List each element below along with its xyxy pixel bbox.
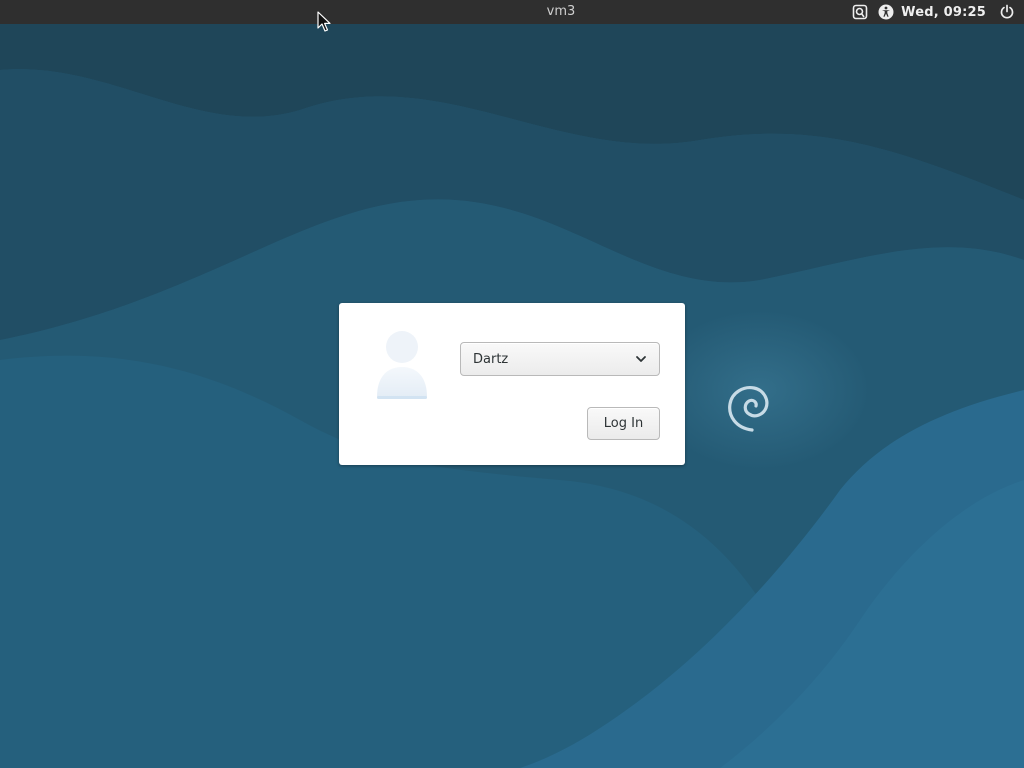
user-select-value: Dartz	[473, 351, 509, 367]
login-dialog: Dartz Log In	[339, 303, 685, 465]
user-avatar-icon	[377, 331, 427, 399]
power-icon[interactable]	[998, 3, 1016, 21]
mouse-pointer-icon	[317, 11, 331, 32]
debian-swirl-icon	[728, 386, 769, 432]
keyboard-layout-icon[interactable]	[851, 3, 869, 21]
top-panel: vm3 Wed, 09:25	[0, 0, 1024, 24]
log-in-button[interactable]: Log In	[587, 407, 660, 440]
chevron-down-icon	[636, 356, 646, 362]
panel-clock[interactable]: Wed, 09:25	[901, 5, 986, 20]
accessibility-icon[interactable]	[877, 3, 895, 21]
user-select[interactable]: Dartz	[460, 342, 660, 376]
panel-status-area[interactable]: Wed, 09:25	[843, 0, 1016, 24]
